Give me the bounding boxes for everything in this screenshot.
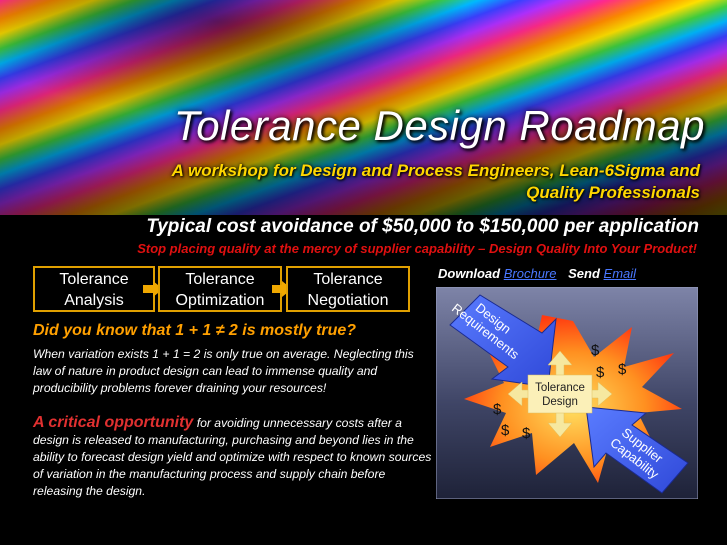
step-label-line-1: Tolerance — [59, 271, 129, 288]
step-label-line-1: Tolerance — [185, 271, 255, 288]
dollar-icon: $ — [522, 425, 531, 442]
subtitle-line-1: A workshop for Design and Process Engine… — [171, 161, 700, 180]
download-bar: Download Brochure Send Email — [438, 266, 636, 281]
dollar-icon: $ — [591, 342, 600, 359]
dollar-icon: $ — [596, 364, 605, 381]
subtitle-line-2: Quality Professionals — [526, 183, 700, 202]
email-link[interactable]: Email — [604, 266, 637, 281]
variation-paragraph: When variation exists 1 + 1 = 2 is only … — [33, 347, 414, 395]
opportunity-paragraph: A critical opportunity for avoiding unne… — [33, 414, 433, 500]
question-heading: Did you know that 1 + 1 ≠ 2 is mostly tr… — [33, 322, 357, 339]
center-label-design: Design — [542, 396, 578, 408]
page-title: Tolerance Design Roadmap — [173, 102, 705, 149]
step-tolerance-negotiation: Tolerance Negotiation — [286, 266, 410, 312]
dollar-icon: $ — [501, 422, 510, 439]
center-label-tolerance: Tolerance — [535, 382, 585, 394]
dollar-icon: $ — [493, 401, 502, 418]
page-subtitle: A workshop for Design and Process Engine… — [120, 160, 700, 204]
send-label: Send — [568, 266, 600, 281]
opportunity-highlight: A critical opportunity — [33, 414, 194, 431]
download-label: Download — [438, 266, 501, 281]
step-tolerance-analysis: Tolerance Analysis — [33, 266, 155, 312]
step-label-line-2: Optimization — [175, 292, 265, 309]
cost-avoidance-text: Typical cost avoidance of $50,000 to $15… — [146, 216, 699, 237]
step-label-line-1: Tolerance — [313, 271, 383, 288]
step-label-line-2: Negotiation — [307, 292, 389, 309]
tagline-text: Stop placing quality at the mercy of sup… — [137, 241, 697, 256]
step-label-line-2: Analysis — [64, 292, 124, 309]
step-tolerance-optimization: Tolerance Optimization — [158, 266, 282, 312]
dollar-icon: $ — [618, 361, 627, 378]
brochure-link[interactable]: Brochure — [504, 266, 557, 281]
tolerance-design-diagram: Design Requirements Supplier Capability … — [436, 287, 698, 499]
